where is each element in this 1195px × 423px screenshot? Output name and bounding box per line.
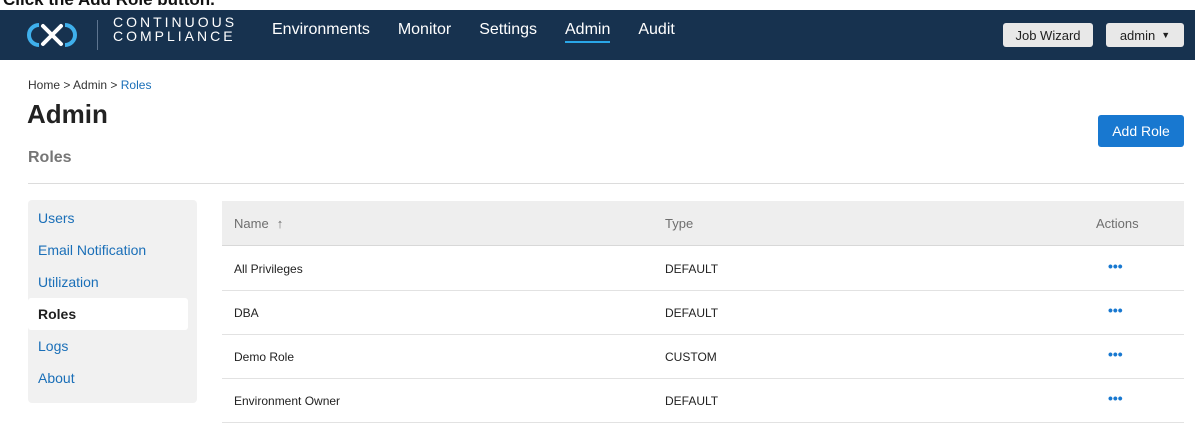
user-menu-button[interactable]: admin ▼: [1106, 23, 1184, 47]
sidebar-item-about[interactable]: About: [28, 362, 187, 394]
breadcrumb-separator: >: [63, 78, 71, 92]
nav-environments[interactable]: Environments: [272, 10, 370, 46]
logo-line-2: COMPLIANCE: [113, 28, 236, 44]
breadcrumb-admin[interactable]: Admin: [73, 78, 107, 92]
add-role-button[interactable]: Add Role: [1098, 115, 1184, 147]
role-type: DEFAULT: [665, 306, 719, 320]
role-name: DBA: [234, 306, 259, 320]
column-header-type[interactable]: Type: [665, 216, 693, 231]
nav-admin[interactable]: Admin: [565, 10, 611, 46]
table-row[interactable]: DBA DEFAULT •••: [222, 291, 1184, 335]
sidebar-item-users[interactable]: Users: [28, 202, 187, 234]
page-title: Admin: [27, 99, 108, 129]
logo-text: CONTINUOUS COMPLIANCE: [113, 15, 237, 43]
role-name: Environment Owner: [234, 394, 341, 408]
breadcrumb-separator: >: [110, 78, 118, 92]
sidebar-item-utilization[interactable]: Utilization: [28, 266, 187, 298]
top-navigation-bar: CONTINUOUS COMPLIANCE Environments Monit…: [0, 10, 1195, 60]
breadcrumb: Home > Admin > Roles: [28, 78, 151, 92]
nav-settings[interactable]: Settings: [479, 10, 537, 46]
role-name: All Privileges: [234, 262, 303, 276]
nav-audit[interactable]: Audit: [638, 10, 674, 46]
sidebar-item-email-notification[interactable]: Email Notification: [28, 234, 187, 266]
more-actions-icon[interactable]: •••: [1108, 303, 1123, 317]
caret-down-icon: ▼: [1161, 30, 1171, 40]
role-name: Demo Role: [234, 350, 295, 364]
task-instruction: Click the Add Role button.: [0, 0, 215, 9]
table-header: Name ↑ Type Actions: [222, 201, 1184, 246]
table-row[interactable]: Environment Owner DEFAULT •••: [222, 379, 1184, 423]
role-type: CUSTOM: [665, 350, 717, 364]
section-title: Roles: [28, 149, 72, 166]
table-row[interactable]: Demo Role CUSTOM •••: [222, 335, 1184, 379]
sidebar-item-roles[interactable]: Roles: [28, 298, 188, 330]
more-actions-icon[interactable]: •••: [1108, 259, 1123, 273]
logo-line-1: CONTINUOUS: [113, 14, 238, 30]
header-divider: [28, 183, 1184, 184]
column-header-name[interactable]: Name ↑: [234, 216, 283, 231]
table-row[interactable]: All Privileges DEFAULT •••: [222, 247, 1184, 291]
breadcrumb-home[interactable]: Home: [28, 78, 60, 92]
user-menu-label: admin: [1119, 27, 1156, 43]
main-nav: Environments Monitor Settings Admin Audi…: [272, 10, 703, 60]
logo-divider: [97, 20, 98, 50]
sidebar-item-logs[interactable]: Logs: [28, 330, 187, 362]
column-header-name-label: Name: [234, 216, 269, 231]
breadcrumb-roles[interactable]: Roles: [121, 78, 152, 92]
arrow-up-icon[interactable]: ↑: [277, 216, 284, 231]
role-type: DEFAULT: [665, 262, 719, 276]
job-wizard-button[interactable]: Job Wizard: [1003, 23, 1093, 47]
more-actions-icon[interactable]: •••: [1108, 347, 1123, 361]
column-header-actions: Actions: [1096, 216, 1139, 231]
more-actions-icon[interactable]: •••: [1108, 391, 1123, 405]
admin-sidebar: Users Email Notification Utilization Rol…: [28, 200, 197, 403]
role-type: DEFAULT: [665, 394, 719, 408]
logo-icon: [27, 23, 77, 47]
nav-monitor[interactable]: Monitor: [398, 10, 451, 46]
